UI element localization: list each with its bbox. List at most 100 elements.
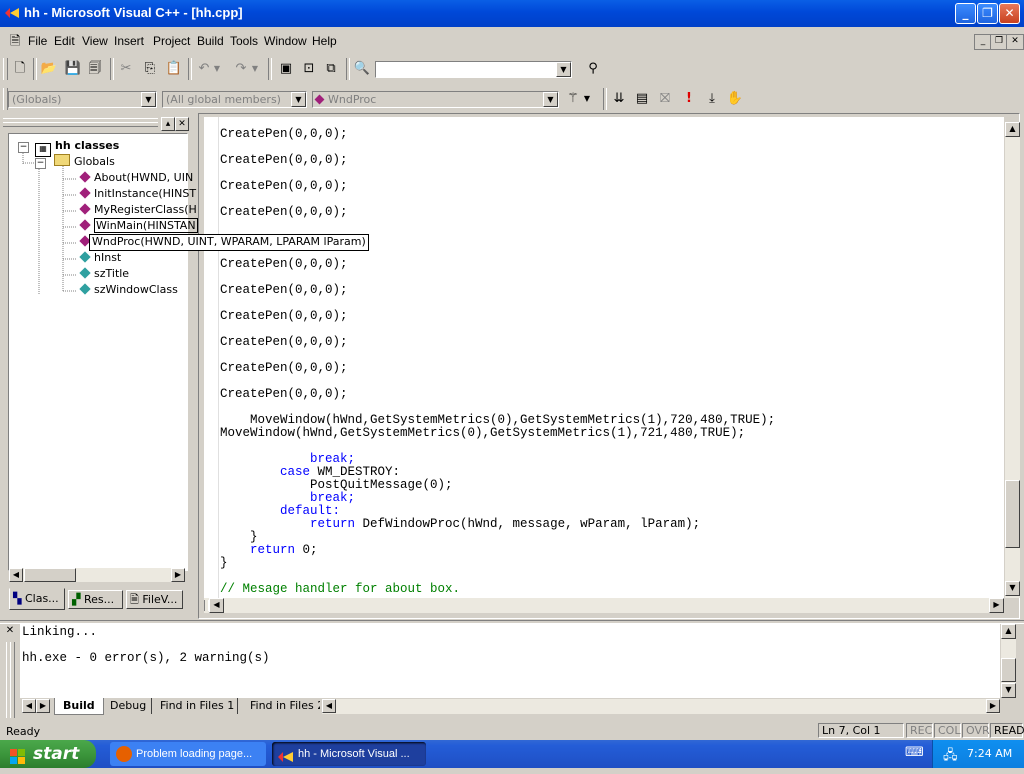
filter-combo-dropdown[interactable]: ▼: [291, 92, 306, 107]
tab-debug[interactable]: Debug: [106, 698, 152, 714]
compile-icon[interactable]: ⇊: [610, 90, 628, 108]
go-icon[interactable]: ⤓: [703, 90, 721, 108]
scroll-right-button[interactable]: ▶: [986, 699, 1000, 713]
scroll-up-button[interactable]: ▲: [1001, 624, 1016, 639]
member-combo-dropdown[interactable]: ▼: [543, 92, 558, 107]
window-list-icon[interactable]: ⧉: [322, 60, 340, 78]
tab-scroll-left-button[interactable]: ◀: [22, 699, 36, 713]
task-firefox[interactable]: Problem loading page...: [110, 742, 266, 766]
workspace-close-button[interactable]: ✕: [175, 117, 189, 131]
menu-build[interactable]: Build: [197, 34, 224, 48]
close-button[interactable]: ✕: [999, 3, 1020, 24]
scroll-left-button[interactable]: ◀: [9, 568, 23, 582]
paste-icon[interactable]: 📋: [165, 60, 183, 78]
tab-find-in-files-1[interactable]: Find in Files 1: [156, 698, 238, 714]
restore-button[interactable]: ❐: [977, 3, 998, 24]
keyboard-tray-icon[interactable]: ⌨: [905, 745, 924, 761]
scroll-up-button[interactable]: ▲: [1005, 122, 1020, 137]
save-icon[interactable]: 💾: [64, 60, 82, 78]
menu-edit[interactable]: Edit: [54, 34, 75, 48]
filter-combo[interactable]: (All global members) ▼: [162, 91, 307, 108]
find-combo-dropdown[interactable]: ▼: [556, 62, 571, 77]
tree-item-initinstance[interactable]: InitInstance(HINST: [79, 186, 196, 202]
wizard-wand-icon[interactable]: ⚚: [564, 90, 582, 108]
output-grip[interactable]: [10, 642, 15, 718]
wizard-dropdown-icon[interactable]: ▼: [582, 90, 592, 108]
tab-scroll-right-button[interactable]: ▶: [36, 699, 50, 713]
scroll-left-button[interactable]: ◀: [322, 699, 336, 713]
tab-fileview[interactable]: 🗎 FileV...: [126, 590, 183, 609]
stop-build-icon[interactable]: ⛝: [656, 90, 674, 108]
class-combo-dropdown[interactable]: ▼: [141, 92, 156, 107]
mdi-close-button[interactable]: ✕: [1006, 34, 1024, 50]
menu-window[interactable]: Window: [264, 34, 307, 48]
editor-hscrollbar[interactable]: ◀ ▶: [204, 598, 1004, 613]
output-close-button[interactable]: ✕: [3, 624, 17, 638]
tree-item-about[interactable]: About(HWND, UIN: [79, 170, 193, 186]
execute-icon[interactable]: !: [680, 90, 698, 108]
output-icon[interactable]: ⊡: [300, 60, 318, 78]
collapse-root-toggle[interactable]: −: [18, 142, 29, 153]
scroll-thumb[interactable]: [1001, 658, 1016, 682]
editor-vscrollbar[interactable]: ▲ ▼: [1005, 122, 1020, 598]
menu-help[interactable]: Help: [312, 34, 337, 48]
save-all-icon[interactable]: 🗐: [86, 60, 104, 78]
find-in-files-icon[interactable]: 🔍: [353, 60, 371, 78]
build-icon[interactable]: ▤: [633, 90, 651, 108]
clock[interactable]: 7:24 AM: [967, 747, 1012, 760]
workspace-grip[interactable]: [3, 122, 158, 127]
scroll-left-button[interactable]: ◀: [209, 598, 224, 613]
menu-tools[interactable]: Tools: [230, 34, 258, 48]
tree-item-winmain[interactable]: WinMain(HINSTAN: [79, 218, 198, 234]
output-vscrollbar[interactable]: ▲ ▼: [1001, 624, 1016, 698]
menu-insert[interactable]: Insert: [114, 34, 144, 48]
tree-item-sztitle[interactable]: szTitle: [79, 266, 129, 282]
tree-folder-globals[interactable]: Globals: [54, 154, 115, 170]
code-text[interactable]: CreatePen(0,0,0); CreatePen(0,0,0); Create…: [220, 128, 775, 596]
scroll-down-button[interactable]: ▼: [1005, 581, 1020, 596]
class-view-tree[interactable]: − − ▦ hh classes Globals About(HWND, UIN …: [8, 133, 198, 571]
selection-margin[interactable]: [204, 117, 219, 598]
menu-project[interactable]: Project: [153, 34, 190, 48]
workspace-maximize-button[interactable]: ▴: [161, 117, 175, 131]
tab-classview[interactable]: ▚ Clas...: [9, 588, 65, 610]
toolbar-grip[interactable]: [3, 58, 8, 80]
scroll-thumb[interactable]: [1005, 480, 1020, 548]
tree-root[interactable]: ▦ hh classes: [35, 138, 119, 157]
tree-item-szwindowclass[interactable]: szWindowClass: [79, 282, 178, 298]
task-visual-cpp[interactable]: hh - Microsoft Visual ...: [272, 742, 426, 766]
tab-find-in-files-2[interactable]: Find in Files 2: [246, 698, 320, 714]
new-text-file-icon[interactable]: 🗋: [11, 60, 29, 78]
member-combo[interactable]: WndProc ▼: [312, 91, 559, 108]
binoculars-icon[interactable]: ⚲: [584, 60, 602, 78]
scroll-thumb[interactable]: [24, 568, 76, 582]
doc-icon[interactable]: 🗎: [10, 32, 22, 49]
tree-item-myregisterclass[interactable]: MyRegisterClass(H: [79, 202, 197, 218]
menu-view[interactable]: View: [82, 34, 108, 48]
scroll-right-button[interactable]: ▶: [989, 598, 1004, 613]
start-button[interactable]: start: [0, 740, 96, 768]
menu-file[interactable]: File: [28, 34, 47, 48]
cut-icon[interactable]: ✂: [117, 60, 135, 78]
minimize-button[interactable]: _: [955, 3, 976, 24]
workspace-icon[interactable]: ▣: [277, 60, 295, 78]
scroll-right-button[interactable]: ▶: [171, 568, 185, 582]
undo-dropdown-icon[interactable]: ▼: [212, 60, 222, 78]
undo-icon[interactable]: ↶: [195, 60, 213, 78]
app-icon[interactable]: [4, 6, 20, 20]
redo-dropdown-icon[interactable]: ▼: [250, 60, 260, 78]
tab-resourceview[interactable]: ▞ Res...: [68, 590, 123, 609]
breakpoint-hand-icon[interactable]: ✋: [726, 90, 744, 108]
redo-icon[interactable]: ↷: [232, 60, 250, 78]
tree-hscrollbar[interactable]: ◀ ▶: [9, 568, 185, 582]
open-icon[interactable]: 📂: [40, 60, 58, 78]
output-hscrollbar[interactable]: ◀ ▶: [322, 699, 1000, 714]
class-combo[interactable]: (Globals) ▼: [8, 91, 157, 108]
copy-icon[interactable]: ⎘: [141, 60, 159, 78]
collapse-globals-toggle[interactable]: −: [35, 158, 46, 169]
find-combo[interactable]: ▼: [375, 61, 572, 78]
network-icon[interactable]: 🖧: [943, 746, 958, 768]
title-bar[interactable]: hh - Microsoft Visual C++ - [hh.cpp] _ ❐…: [0, 0, 1024, 27]
tree-item-hinst[interactable]: hInst: [79, 250, 121, 266]
tab-build[interactable]: Build: [54, 698, 104, 715]
